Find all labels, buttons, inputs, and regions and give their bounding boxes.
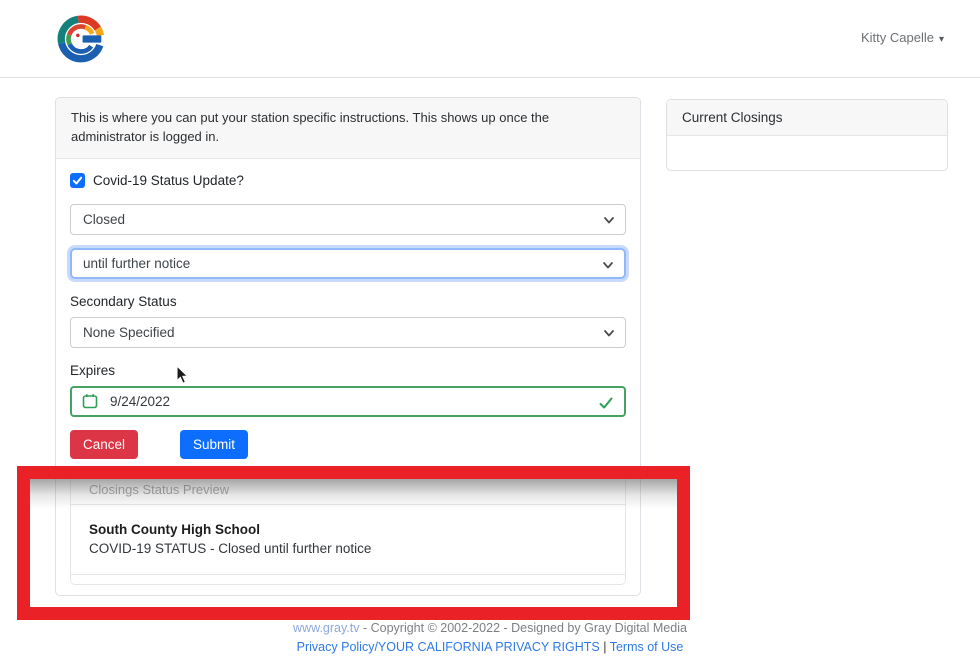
user-menu-label: Kitty Capelle bbox=[861, 30, 934, 45]
duration-select-value: until further notice bbox=[83, 256, 190, 271]
form-buttons-row: Cancel Submit bbox=[70, 430, 626, 459]
chevron-down-icon bbox=[603, 214, 615, 229]
top-nav: Kitty Capelle ▾ bbox=[0, 0, 980, 78]
closings-status-preview-title: Closings Status Preview bbox=[71, 476, 625, 505]
secondary-status-select[interactable]: None Specified bbox=[70, 317, 626, 348]
status-select[interactable]: Closed bbox=[70, 204, 626, 235]
station-instructions: This is where you can put your station s… bbox=[56, 98, 640, 159]
copyright-text: - Copyright © 2002-2022 - Designed by Gr… bbox=[360, 621, 687, 635]
cancel-button[interactable]: Cancel bbox=[70, 430, 138, 459]
chevron-down-icon bbox=[602, 259, 614, 274]
calendar-icon[interactable] bbox=[82, 393, 98, 409]
page-footer: www.gray.tv - Copyright © 2002-2022 - De… bbox=[0, 619, 980, 658]
duration-select[interactable]: until further notice bbox=[70, 248, 626, 279]
privacy-policy-link[interactable]: Privacy Policy/YOUR CALIFORNIA PRIVACY R… bbox=[297, 640, 600, 654]
link-separator: | bbox=[600, 640, 610, 654]
closings-status-preview: Closings Status Preview South County Hig… bbox=[70, 475, 626, 585]
station-form-card: This is where you can put your station s… bbox=[55, 97, 641, 596]
terms-of-use-link[interactable]: Terms of Use bbox=[610, 640, 684, 654]
current-closings-body bbox=[667, 136, 947, 170]
user-menu[interactable]: Kitty Capelle ▾ bbox=[861, 30, 944, 45]
chevron-down-icon: ▾ bbox=[939, 34, 944, 45]
closing-preview-entry: South County High School COVID-19 STATUS… bbox=[71, 505, 625, 575]
station-form-body: Covid-19 Status Update? Closed until fur… bbox=[56, 159, 640, 585]
gray-media-logo-icon bbox=[56, 13, 106, 65]
gray-tv-link[interactable]: www.gray.tv bbox=[293, 621, 359, 635]
gray-media-logo[interactable] bbox=[56, 13, 106, 65]
submit-button[interactable]: Submit bbox=[180, 430, 248, 459]
status-select-value: Closed bbox=[83, 212, 125, 227]
covid-status-checkbox[interactable] bbox=[70, 173, 85, 188]
copyright-line: www.gray.tv - Copyright © 2002-2022 - De… bbox=[0, 619, 980, 638]
page: Kitty Capelle ▾ This is where you can put… bbox=[0, 0, 980, 667]
current-closings-title: Current Closings bbox=[667, 100, 947, 136]
covid-status-checkbox-label: Covid-19 Status Update? bbox=[93, 173, 244, 188]
legal-links-line: Privacy Policy/YOUR CALIFORNIA PRIVACY R… bbox=[0, 638, 980, 657]
covid-status-checkbox-row: Covid-19 Status Update? bbox=[70, 173, 626, 188]
chevron-down-icon bbox=[603, 327, 615, 342]
expires-label: Expires bbox=[70, 363, 626, 378]
check-icon bbox=[72, 175, 83, 186]
current-closings-card: Current Closings bbox=[666, 99, 948, 171]
closing-entry-status: COVID-19 STATUS - Closed until further n… bbox=[89, 541, 607, 556]
secondary-status-label: Secondary Status bbox=[70, 294, 626, 309]
expires-date-value: 9/24/2022 bbox=[110, 394, 170, 409]
expires-date-input[interactable]: 9/24/2022 bbox=[70, 386, 626, 417]
closing-entry-name: South County High School bbox=[89, 522, 607, 537]
preview-footer-space bbox=[71, 575, 625, 584]
secondary-status-select-value: None Specified bbox=[83, 325, 175, 340]
valid-check-icon bbox=[598, 395, 614, 414]
